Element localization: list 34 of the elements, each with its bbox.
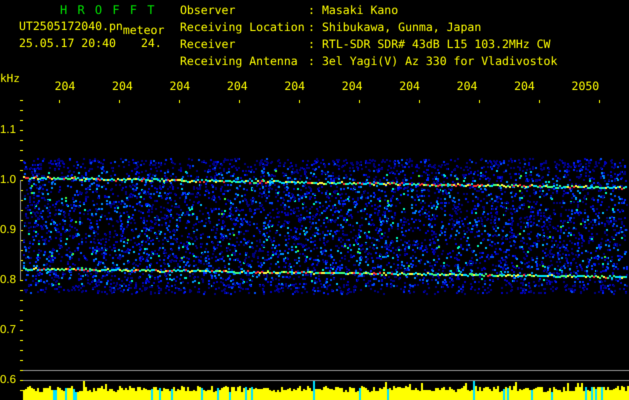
info-label: Receiving Antenna <box>180 55 299 70</box>
info-value: 3el Yagi(V) Az 330 for Vladivostok <box>322 55 558 70</box>
separator: : <box>308 38 316 53</box>
info-label: Receiving Location <box>180 21 306 36</box>
info-value: Masaki Kano <box>322 4 400 19</box>
axis-label: 0.6 <box>0 373 17 387</box>
axis-unit: kHz <box>0 72 21 85</box>
axis-label: 1.0 <box>0 173 17 187</box>
axis-label: 0.8 <box>0 273 17 287</box>
axis-label: 204 <box>169 79 192 93</box>
axis-label: 204 <box>54 79 76 93</box>
info-value: Shibukawa, Gunma, Japan <box>322 21 482 36</box>
axis-label: 204 <box>284 79 306 93</box>
axis-label: 2050 <box>572 79 600 93</box>
axis-label: 204 <box>112 79 134 93</box>
axis-label: 204 <box>456 79 478 93</box>
date-time: 25.05.17 20:40 <box>19 35 116 52</box>
separator: : <box>308 4 316 19</box>
info-value: RTL-SDR SDR# 43dB L15 103.2MHz CW <box>322 38 552 53</box>
axis-label: 204 <box>226 79 249 93</box>
event-tag: meteor <box>122 18 164 35</box>
axis-label: 204 <box>342 79 364 93</box>
file-name: UT2505172040.pn <box>19 18 123 35</box>
axis-label: 0.9 <box>0 223 17 237</box>
axis-label: 204 <box>399 79 421 93</box>
axis-label: 1.1 <box>0 123 17 137</box>
separator: : <box>308 55 316 70</box>
axis-label: 204 <box>514 79 536 93</box>
app-title: H R O F F T <box>60 2 156 18</box>
separator: : <box>308 21 316 36</box>
axis-label: 0.7 <box>0 323 17 337</box>
info-label: Receiver <box>180 38 236 53</box>
info-label: Observer <box>180 4 236 19</box>
count-value: 24. <box>140 35 162 52</box>
